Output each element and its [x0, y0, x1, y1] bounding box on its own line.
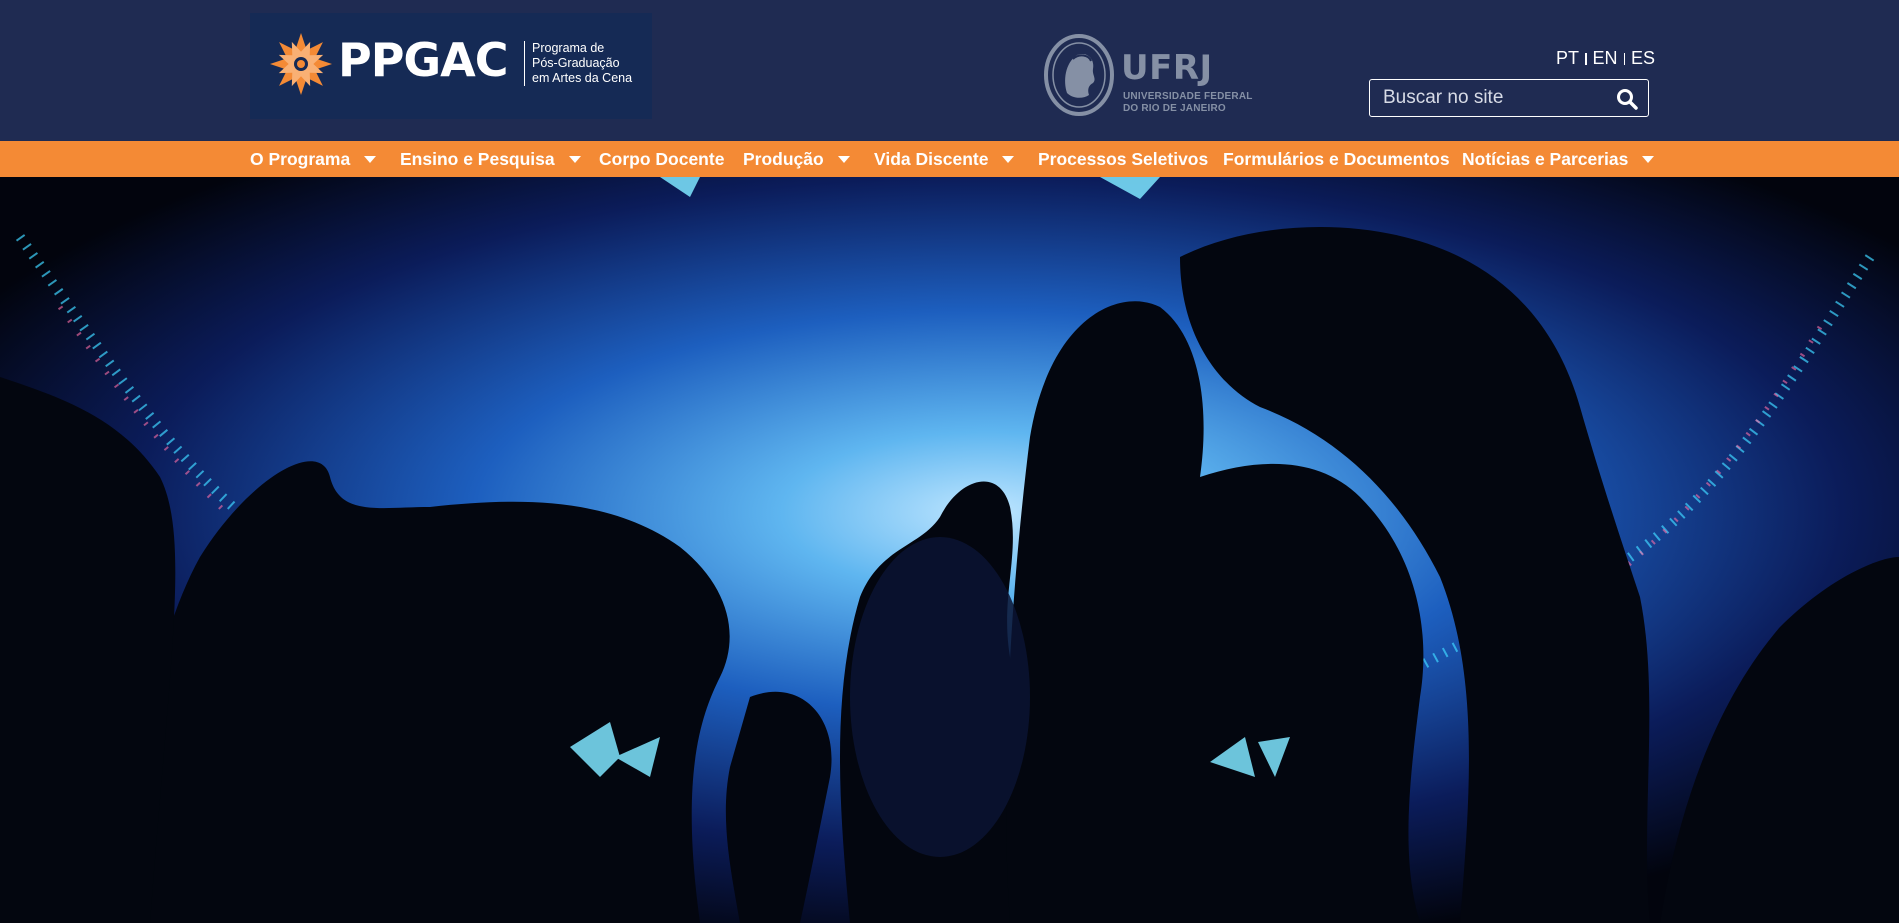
logo-wordmark: PPGAC	[338, 33, 509, 87]
nav-item-producao[interactable]: Produção	[743, 141, 850, 177]
ufrj-subtitle-line: DO RIO DE JANEIRO	[1123, 103, 1226, 114]
nav-item-label: Processos Seletivos	[1038, 148, 1209, 169]
nav-item-label: Corpo Docente	[599, 148, 725, 169]
caret-down-icon	[1002, 155, 1015, 163]
logo-subtitle-line: em Artes da Cena	[532, 71, 633, 85]
nav-item-label: Notícias e Parcerias	[1462, 148, 1629, 169]
nav-item-corpo-docente[interactable]: Corpo Docente	[599, 141, 724, 177]
nav-item-ensino-e-pesquisa[interactable]: Ensino e Pesquisa	[400, 141, 581, 177]
language-switcher: PT EN ES	[1556, 48, 1655, 69]
ppgac-logo[interactable]: PPGAC Programa de Pós-Graduação em Artes…	[250, 13, 652, 119]
site-header: PPGAC Programa de Pós-Graduação em Artes…	[0, 0, 1899, 141]
nav-item-label: Ensino e Pesquisa	[400, 148, 555, 169]
main-nav: O Programa Ensino e Pesquisa Corpo Docen…	[0, 141, 1899, 177]
nav-item-o-programa[interactable]: O Programa	[250, 141, 377, 177]
lang-es-link[interactable]: ES	[1631, 48, 1655, 69]
nav-item-label: O Programa	[250, 148, 351, 169]
search-icon[interactable]	[1616, 88, 1638, 110]
logo-subtitle-line: Programa de	[532, 41, 605, 55]
search-box	[1369, 79, 1649, 117]
logo-subtitle: Programa de Pós-Graduação em Artes da Ce…	[524, 41, 657, 86]
ufrj-seal-icon	[1044, 34, 1114, 116]
caret-down-icon	[364, 155, 377, 163]
logo-subtitle-line: Pós-Graduação	[532, 56, 620, 70]
nav-item-label: Produção	[743, 148, 824, 169]
ufrj-logo[interactable]: UFRJ UNIVERSIDADE FEDERAL DO RIO DE JANE…	[1043, 31, 1263, 121]
star-logo-icon	[270, 33, 332, 95]
nav-item-formularios-e-documentos[interactable]: Formulários e Documentos	[1223, 141, 1450, 177]
lang-en-link[interactable]: EN	[1593, 48, 1618, 69]
nav-item-label: Formulários e Documentos	[1223, 148, 1450, 169]
nav-item-label: Vida Discente	[874, 148, 989, 169]
lang-separator	[1623, 52, 1626, 65]
caret-down-icon	[837, 155, 850, 163]
search-input[interactable]	[1383, 87, 1603, 109]
caret-down-icon	[1642, 155, 1655, 163]
hero-stage-image	[0, 177, 1899, 923]
ufrj-subtitle: UNIVERSIDADE FEDERAL DO RIO DE JANEIRO	[1123, 91, 1263, 115]
hero-banner	[0, 177, 1899, 923]
ufrj-subtitle-line: UNIVERSIDADE FEDERAL	[1123, 91, 1253, 102]
lang-separator	[1585, 52, 1587, 65]
lang-pt-link[interactable]: PT	[1556, 48, 1579, 69]
nav-item-vida-discente[interactable]: Vida Discente	[874, 141, 1015, 177]
nav-item-processos-seletivos[interactable]: Processos Seletivos	[1038, 141, 1208, 177]
caret-down-icon	[568, 155, 581, 163]
nav-item-noticias-e-parcerias[interactable]: Notícias e Parcerias	[1462, 141, 1655, 177]
ufrj-wordmark: UFRJ	[1121, 48, 1213, 88]
